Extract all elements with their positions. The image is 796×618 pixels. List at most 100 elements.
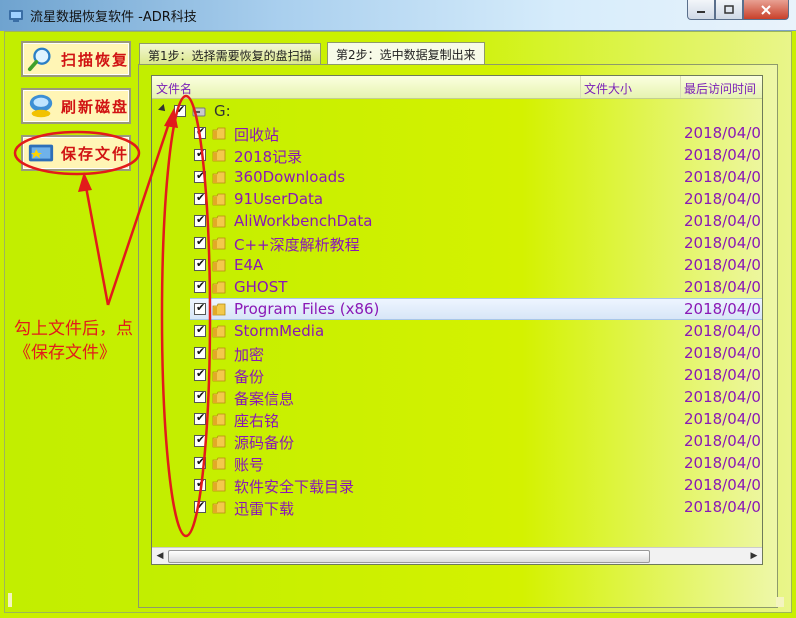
item-date: 2018/04/0 [684,168,761,186]
item-date: 2018/04/0 [684,124,761,142]
folder-icon [212,259,226,272]
tree-row[interactable]: 2018记录 2018/04/0 [152,144,762,166]
item-checkbox[interactable] [194,411,206,425]
tree-row[interactable]: C++深度解析教程 2018/04/0 [152,232,762,254]
folder-icon [212,149,226,162]
annotation-line2: 《保存文件》 [14,343,116,363]
scroll-left-icon[interactable]: ◀ [154,550,166,562]
folder-icon [212,391,226,404]
close-button[interactable] [743,0,789,20]
item-checkbox[interactable] [194,191,206,205]
tree-row[interactable]: 源码备份 2018/04/0 [152,430,762,452]
status-grip-right [776,597,784,607]
item-checkbox[interactable] [194,433,206,447]
window-title: 流星数据恢复软件 -ADR科技 [30,10,197,25]
item-checkbox[interactable] [194,389,206,403]
maximize-button[interactable] [715,0,743,20]
item-name: 源码备份 [234,434,295,452]
item-checkbox[interactable] [194,279,206,293]
tree-row[interactable]: 账号 2018/04/0 [152,452,762,474]
item-checkbox[interactable] [194,147,206,161]
item-name: E4A [234,256,264,274]
item-checkbox[interactable] [194,367,206,381]
item-date: 2018/04/0 [684,366,761,384]
scroll-thumb[interactable] [168,550,650,563]
tree-row[interactable]: 座右铭 2018/04/0 [152,408,762,430]
item-checkbox[interactable] [194,125,206,139]
item-name: 软件安全下载目录 [234,478,355,496]
tree-row[interactable]: 91UserData 2018/04/0 [152,188,762,210]
folder-icon [212,479,226,492]
item-checkbox[interactable] [194,213,206,227]
column-last-access[interactable]: 最后访问时间 [684,80,756,97]
item-name: 备案信息 [234,390,295,408]
file-tree[interactable]: 文件名 文件大小 最后访问时间 G: 回收站2018/04/02018记录201… [151,75,763,565]
minimize-button[interactable] [687,0,715,20]
folder-icon [212,369,226,382]
scan-recover-button[interactable]: 扫描恢复 [21,41,131,77]
tree-row[interactable]: 360Downloads 2018/04/0 [152,166,762,188]
item-date: 2018/04/0 [684,388,761,406]
item-name: 座右铭 [234,412,280,430]
item-checkbox[interactable] [194,257,206,271]
tree-row[interactable]: 备份 2018/04/0 [152,364,762,386]
folder-icon [212,171,226,184]
tree-row[interactable]: 迅雷下载 2018/04/0 [152,496,762,518]
folder-icon [212,347,226,360]
tree-column-header: 文件名 文件大小 最后访问时间 [152,76,762,99]
magnifier-icon [27,47,51,72]
item-name: 账号 [234,456,265,474]
item-name: GHOST [234,278,288,296]
status-grip-left [8,593,12,607]
item-name: 2018记录 [234,148,303,166]
maximize-icon [724,5,734,14]
item-name: 加密 [234,346,265,364]
item-checkbox[interactable] [194,301,206,315]
item-date: 2018/04/0 [684,146,761,164]
item-name: AliWorkbenchData [234,212,373,230]
tree-row[interactable]: GHOST 2018/04/0 [152,276,762,298]
tree-row[interactable]: 备案信息 2018/04/0 [152,386,762,408]
tree-root-row[interactable]: G: [152,100,762,122]
item-checkbox[interactable] [194,323,206,337]
tree-row[interactable]: StormMedia 2018/04/0 [152,320,762,342]
horizontal-scrollbar[interactable]: ◀ ▶ [152,547,762,564]
refresh-disk-button[interactable]: 刷新磁盘 [21,88,131,124]
item-date: 2018/04/0 [684,454,761,472]
scroll-right-icon[interactable]: ▶ [748,550,760,562]
tab-step2[interactable]: 第2步：选中数据复制出来 [327,42,485,64]
tab-panel-step2: 文件名 文件大小 最后访问时间 G: 回收站2018/04/02018记录201… [138,64,778,608]
item-checkbox[interactable] [194,235,206,249]
item-name: 360Downloads [234,168,346,186]
app-icon [9,10,23,22]
folder-icon [212,435,226,448]
tree-row[interactable]: 软件安全下载目录 2018/04/0 [152,474,762,496]
item-checkbox[interactable] [194,477,206,491]
expand-arrow-icon[interactable] [158,104,168,114]
tree-row[interactable]: Program Files (x86) 2018/04/0 [152,298,762,320]
item-date: 2018/04/0 [684,432,761,450]
folder-icon [212,303,226,316]
tab-step1[interactable]: 第1步：选择需要恢复的盘扫描 [139,43,321,64]
item-checkbox[interactable] [194,455,206,469]
item-checkbox[interactable] [194,169,206,183]
save-files-button[interactable]: 保存文件 [21,135,131,171]
column-filesize[interactable]: 文件大小 [584,80,632,97]
item-date: 2018/04/0 [684,498,761,516]
tree-row[interactable]: AliWorkbenchData 2018/04/0 [152,210,762,232]
item-date: 2018/04/0 [684,322,761,340]
item-name: 91UserData [234,190,324,208]
annotation-line1: 勾上文件后，点 [14,319,133,339]
folder-icon [212,501,226,514]
root-checkbox[interactable] [174,103,186,117]
folder-icon [212,281,226,294]
tree-row[interactable]: 加密 2018/04/0 [152,342,762,364]
item-checkbox[interactable] [194,345,206,359]
item-name: StormMedia [234,322,325,340]
column-filename[interactable]: 文件名 [156,80,192,97]
tree-row[interactable]: 回收站 2018/04/0 [152,122,762,144]
tree-row[interactable]: E4A 2018/04/0 [152,254,762,276]
folder-icon [212,413,226,426]
folder-icon [212,193,226,206]
item-checkbox[interactable] [194,499,206,513]
